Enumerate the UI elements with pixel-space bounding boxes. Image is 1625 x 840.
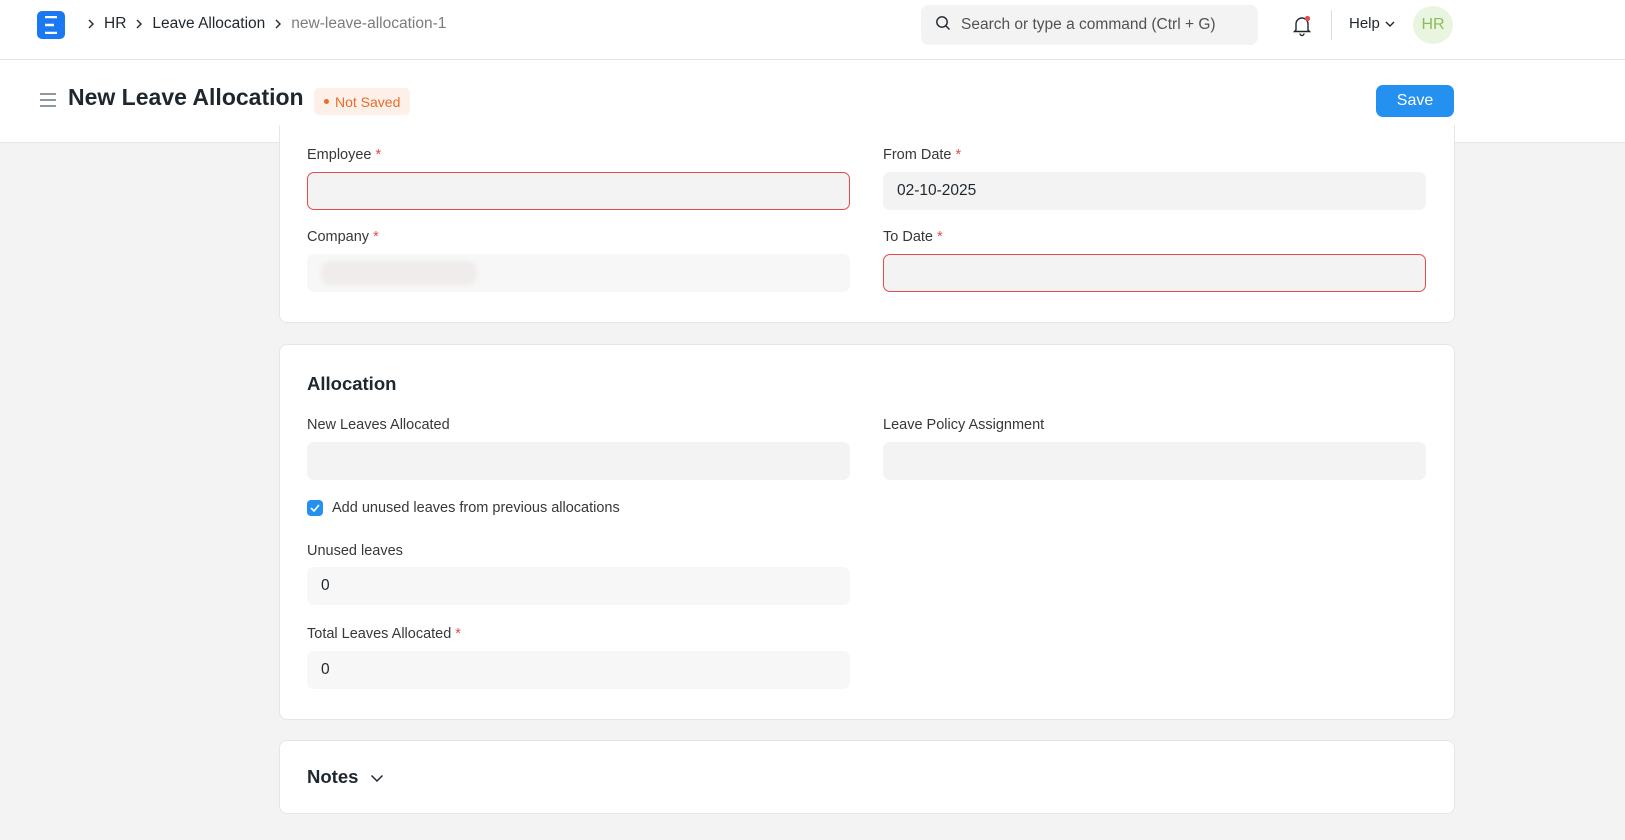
chevron-right-icon <box>82 19 100 29</box>
employee-label: Employee * <box>307 147 382 163</box>
to-date-label: To Date * <box>883 229 943 245</box>
help-dropdown[interactable]: Help <box>1349 15 1395 32</box>
status-text: Not Saved <box>335 93 401 110</box>
check-icon <box>310 504 320 512</box>
redacted-company-value <box>321 261 477 285</box>
search-placeholder: Search or type a command (Ctrl + G) <box>961 16 1216 33</box>
allocation-section: Allocation New Leaves Allocated Leave Po… <box>279 344 1455 720</box>
page-title: New Leave Allocation <box>68 84 304 110</box>
from-date-label: From Date * <box>883 147 962 163</box>
total-leaves-label: Total Leaves Allocated * <box>307 626 461 642</box>
notes-toggle[interactable]: Notes <box>307 766 384 788</box>
search-icon <box>935 15 951 36</box>
navbar-divider <box>1331 10 1332 40</box>
help-label: Help <box>1349 15 1380 32</box>
company-field[interactable] <box>307 254 850 292</box>
carry-forward-label: Add unused leaves from previous allocati… <box>332 500 620 516</box>
notification-bell-icon[interactable] <box>1290 13 1314 37</box>
from-date-field[interactable]: 02-10-2025 <box>883 172 1426 210</box>
chevron-right-icon <box>130 19 148 29</box>
breadcrumb-current: new-leave-allocation-1 <box>291 15 447 32</box>
save-button[interactable]: Save <box>1376 85 1454 117</box>
to-date-field[interactable] <box>883 254 1426 292</box>
section-title-allocation: Allocation <box>307 373 397 394</box>
status-badge: Not Saved <box>314 88 411 115</box>
breadcrumb-hr[interactable]: HR <box>104 15 126 33</box>
notes-section[interactable]: Notes <box>279 740 1455 814</box>
chevron-right-icon <box>269 19 287 29</box>
unused-leaves-label: Unused leaves <box>307 543 403 559</box>
carry-forward-checkbox[interactable] <box>307 500 323 516</box>
new-leaves-label: New Leaves Allocated <box>307 417 450 433</box>
avatar[interactable]: HR <box>1413 6 1453 44</box>
company-label: Company * <box>307 229 379 245</box>
breadcrumb: HR Leave Allocation new-leave-allocation… <box>78 12 446 36</box>
leave-policy-field[interactable] <box>883 442 1426 480</box>
chevron-down-icon <box>1385 15 1395 32</box>
search-input[interactable]: Search or type a command (Ctrl + G) <box>921 5 1258 45</box>
breadcrumb-leave-allocation[interactable]: Leave Allocation <box>152 15 265 33</box>
navbar: HR Leave Allocation new-leave-allocation… <box>0 0 1625 60</box>
leave-policy-label: Leave Policy Assignment <box>883 417 1045 433</box>
section-title-notes: Notes <box>307 766 359 787</box>
app-logo-icon[interactable] <box>37 11 65 39</box>
status-dot-icon <box>324 99 329 104</box>
total-leaves-field[interactable]: 0 <box>307 651 850 689</box>
details-section: Employee * From Date * 02-10-2025 Company *… <box>279 125 1455 323</box>
unused-leaves-field[interactable]: 0 <box>307 567 850 605</box>
employee-field[interactable] <box>307 172 850 210</box>
chevron-down-icon <box>370 766 384 788</box>
hamburger-menu-icon[interactable] <box>38 90 58 110</box>
new-leaves-field[interactable] <box>307 442 850 480</box>
